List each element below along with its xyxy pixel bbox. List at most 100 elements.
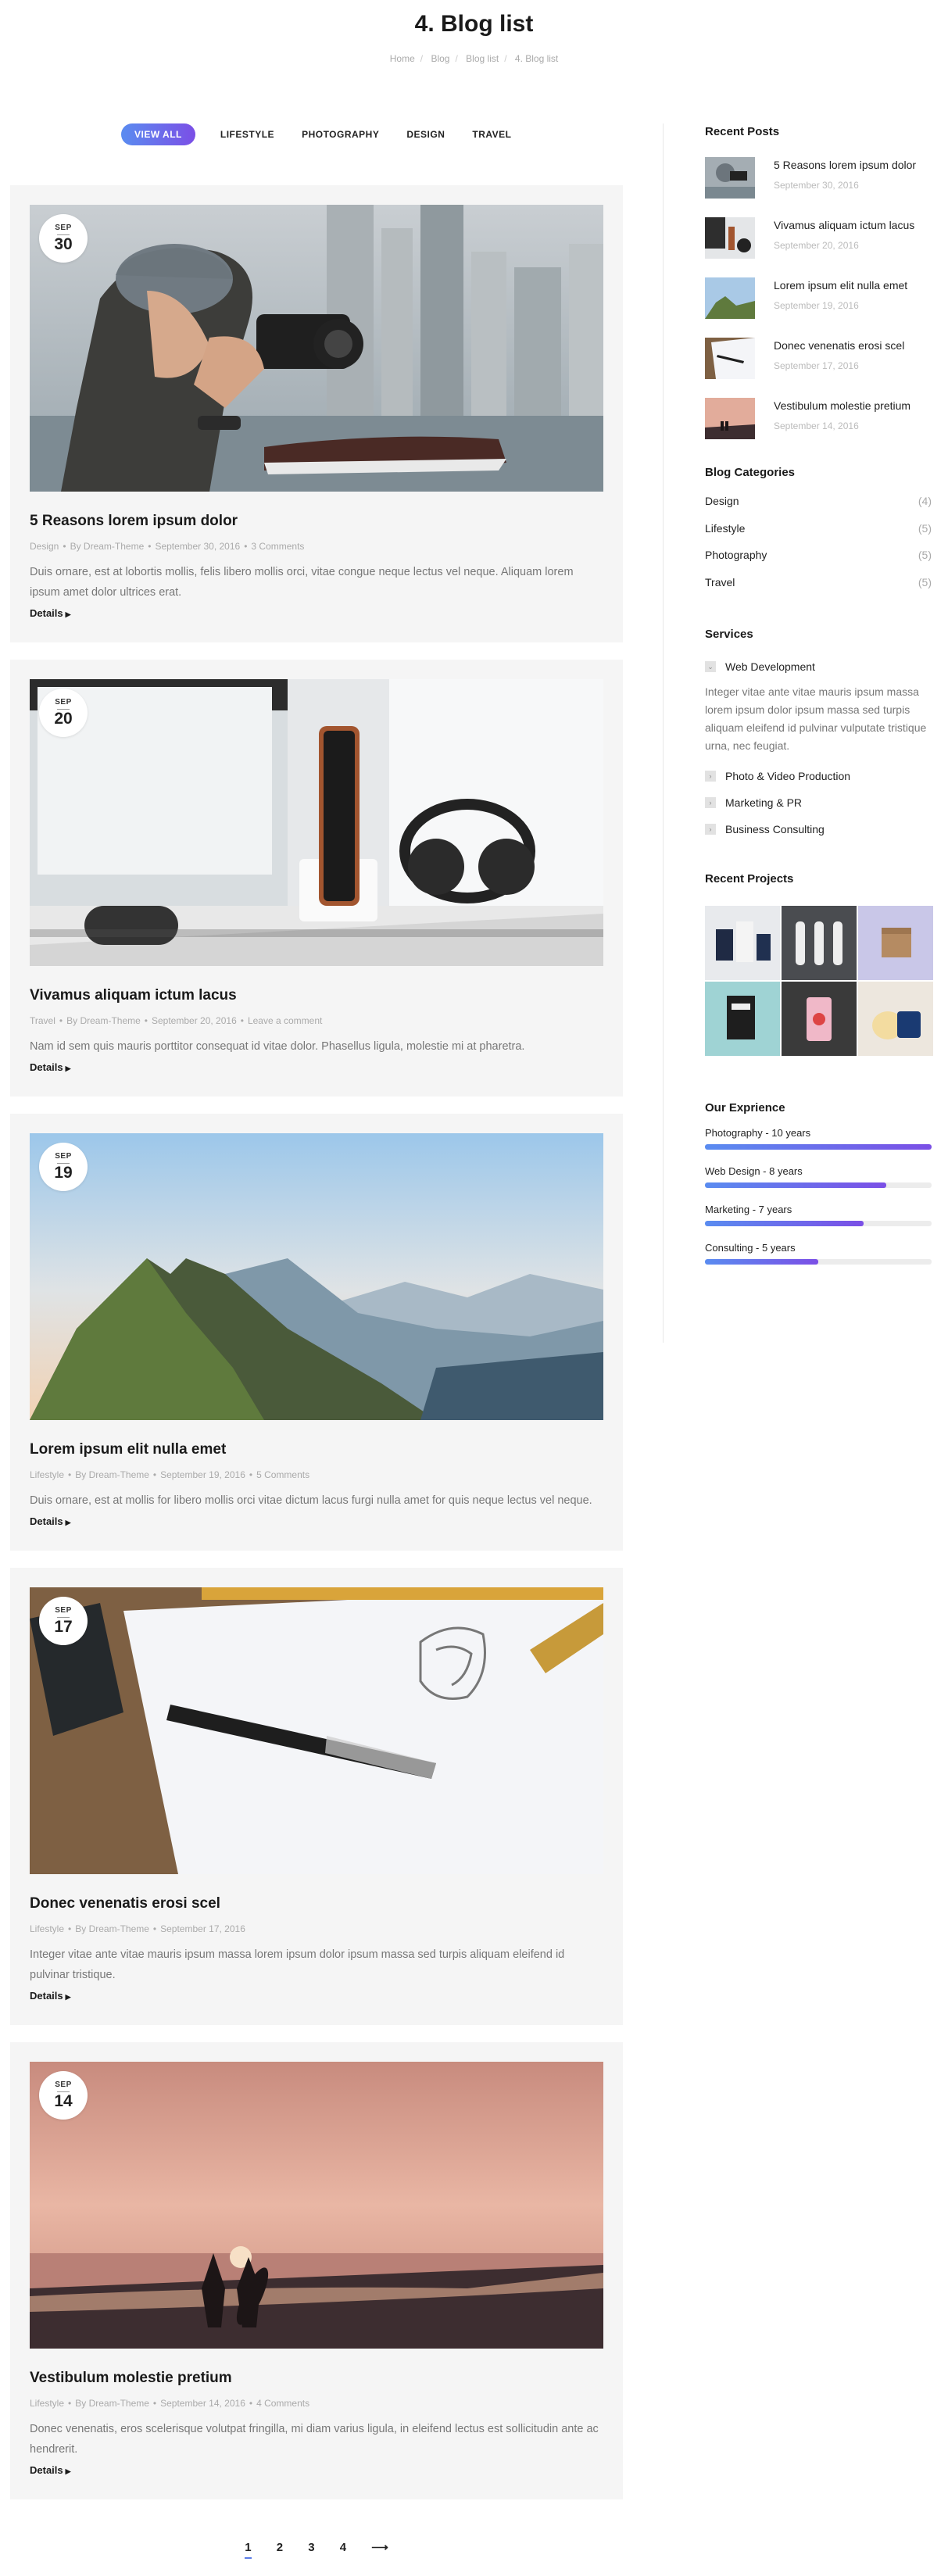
recent-post-title: Vivamus aliquam ictum lacus [774, 219, 915, 231]
skill-item: Marketing - 7 years [705, 1204, 932, 1226]
post-meta: Design • By Dream-Theme • September 30, 2016… [30, 541, 305, 552]
photographer-icon[interactable]: SEP 30 [30, 205, 603, 492]
post-title[interactable]: Donec venenatis erosi scel [30, 1895, 603, 1912]
post-author[interactable]: By Dream-Theme [75, 2398, 149, 2409]
post-comments[interactable]: 4 Comments [256, 2398, 309, 2409]
post-title[interactable]: Vestibulum molestie pretium [30, 2370, 603, 2387]
service-label: Marketing & PR [725, 796, 803, 809]
beach-sunset-icon[interactable]: SEP 14 [30, 2062, 603, 2349]
filter-view-all[interactable]: VIEW ALL [121, 123, 195, 145]
page-3[interactable]: 3 [308, 2541, 314, 2557]
sidebar: Recent Posts 5 Reasons lorem ipsum dolor… [705, 125, 933, 1280]
recent-post-item[interactable]: Donec venenatis erosi scel September 17,… [705, 338, 932, 379]
details-label: Details [30, 2464, 63, 2476]
service-item[interactable]: › Photo & Video Production [705, 763, 932, 789]
filter-travel[interactable]: TRAVEL [472, 123, 511, 145]
details-link[interactable]: Details ▶ [30, 1990, 71, 2002]
date-month: SEP [55, 2080, 72, 2089]
recent-post-item[interactable]: Vivamus aliquam ictum lacus September 20… [705, 217, 932, 259]
post-category[interactable]: Travel [30, 1015, 55, 1026]
recent-post-title: Vestibulum molestie pretium [774, 399, 911, 412]
page-1[interactable]: 1 [245, 2541, 252, 2559]
details-link[interactable]: Details ▶ [30, 2464, 71, 2476]
category-item-photography[interactable]: Photography (5) [705, 549, 932, 576]
post-excerpt: Nam id sem quis mauris porttitor consequ… [30, 1040, 525, 1053]
category-item-lifestyle[interactable]: Lifestyle (5) [705, 522, 932, 549]
skill-label: Photography - 10 years [705, 1127, 811, 1139]
category-name: Lifestyle [705, 521, 746, 535]
post-date[interactable]: September 19, 2016 [160, 1469, 245, 1480]
category-item-travel[interactable]: Travel (5) [705, 576, 932, 603]
date-day: 30 [54, 235, 73, 253]
category-name: Travel [705, 575, 735, 589]
post-meta: Travel • By Dream-Theme • September 20, 2016… [30, 1015, 323, 1026]
recent-post-item[interactable]: 5 Reasons lorem ipsum dolor September 30… [705, 157, 932, 199]
date-badge: SEP 14 [39, 2071, 88, 2120]
filter-lifestyle[interactable]: LIFESTYLE [220, 123, 274, 145]
post-author[interactable]: By Dream-Theme [75, 1469, 149, 1480]
post-author[interactable]: By Dream-Theme [66, 1015, 141, 1026]
service-item[interactable]: › Marketing & PR [705, 789, 932, 816]
post-comments[interactable]: 3 Comments [251, 541, 304, 552]
post-category[interactable]: Lifestyle [30, 2398, 64, 2409]
details-link[interactable]: Details ▶ [30, 1061, 71, 1073]
recent-post-title: Donec venenatis erosi scel [774, 339, 905, 352]
category-count: (5) [918, 521, 932, 535]
service-description: Integer vitae ante vitae mauris ipsum ma… [705, 685, 927, 752]
project-thumb[interactable] [705, 906, 780, 980]
post-category[interactable]: Design [30, 541, 59, 552]
post-date[interactable]: September 30, 2016 [155, 541, 240, 552]
category-item-design[interactable]: Design (4) [705, 495, 932, 522]
caret-right-icon: ▶ [65, 1519, 71, 1526]
service-item[interactable]: ⌄ Web Development [705, 653, 932, 680]
project-thumb[interactable] [858, 906, 933, 980]
post-comments[interactable]: Leave a comment [248, 1015, 322, 1026]
details-label: Details [30, 1990, 63, 2002]
breadcrumb-blog[interactable]: Blog [431, 53, 449, 64]
post-date[interactable]: September 17, 2016 [160, 1923, 245, 1934]
post-author[interactable]: By Dream-Theme [70, 541, 145, 552]
service-item[interactable]: › Business Consulting [705, 816, 932, 843]
filter-design[interactable]: DESIGN [406, 123, 445, 145]
breadcrumb-blog-list[interactable]: Blog list [466, 53, 499, 64]
mountains-icon[interactable]: SEP 19 [30, 1133, 603, 1420]
skill-label: Consulting - 5 years [705, 1242, 796, 1254]
post-author[interactable]: By Dream-Theme [75, 1923, 149, 1934]
caret-right-icon: ▶ [65, 1064, 71, 1072]
post-category[interactable]: Lifestyle [30, 1923, 64, 1934]
recent-thumb [705, 277, 755, 319]
date-day: 20 [54, 710, 73, 728]
details-link[interactable]: Details ▶ [30, 607, 71, 619]
projects-grid [705, 906, 933, 1056]
recent-post-item[interactable]: Vestibulum molestie pretium September 14… [705, 398, 932, 439]
project-thumb[interactable] [782, 982, 857, 1056]
project-thumb[interactable] [858, 982, 933, 1056]
project-thumb[interactable] [705, 982, 780, 1056]
next-arrow-icon[interactable]: ⟶ [371, 2540, 388, 2557]
post-date[interactable]: September 20, 2016 [152, 1015, 237, 1026]
skill-bar [705, 1259, 932, 1265]
post-title[interactable]: 5 Reasons lorem ipsum dolor [30, 513, 603, 530]
breadcrumb-home[interactable]: Home [390, 53, 415, 64]
skill-fill [705, 1259, 818, 1265]
pen-sketch-icon[interactable]: SEP 17 [30, 1587, 603, 1874]
page-4[interactable]: 4 [340, 2541, 346, 2557]
phone-headphones-icon[interactable]: SEP 20 [30, 679, 603, 966]
post-excerpt: Integer vitae ante vitae mauris ipsum ma… [30, 1948, 565, 1981]
details-label: Details [30, 1515, 63, 1527]
post-meta: Lifestyle • By Dream-Theme • September 14, 2… [30, 2398, 310, 2409]
post-category[interactable]: Lifestyle [30, 1469, 64, 1480]
post-date[interactable]: September 14, 2016 [160, 2398, 245, 2409]
filter-photography[interactable]: PHOTOGRAPHY [302, 123, 379, 145]
post-comments[interactable]: 5 Comments [256, 1469, 309, 1480]
category-count: (5) [918, 549, 932, 561]
page-2[interactable]: 2 [277, 2541, 283, 2557]
details-label: Details [30, 1061, 63, 1073]
details-link[interactable]: Details ▶ [30, 1515, 71, 1527]
date-day: 17 [54, 1618, 73, 1636]
post-title[interactable]: Vivamus aliquam ictum lacus [30, 987, 603, 1004]
project-thumb[interactable] [782, 906, 857, 980]
category-filters: VIEW ALL LIFESTYLE PHOTOGRAPHY DESIGN TR… [121, 123, 538, 145]
recent-post-item[interactable]: Lorem ipsum elit nulla emet September 19… [705, 277, 932, 319]
post-title[interactable]: Lorem ipsum elit nulla emet [30, 1441, 603, 1458]
